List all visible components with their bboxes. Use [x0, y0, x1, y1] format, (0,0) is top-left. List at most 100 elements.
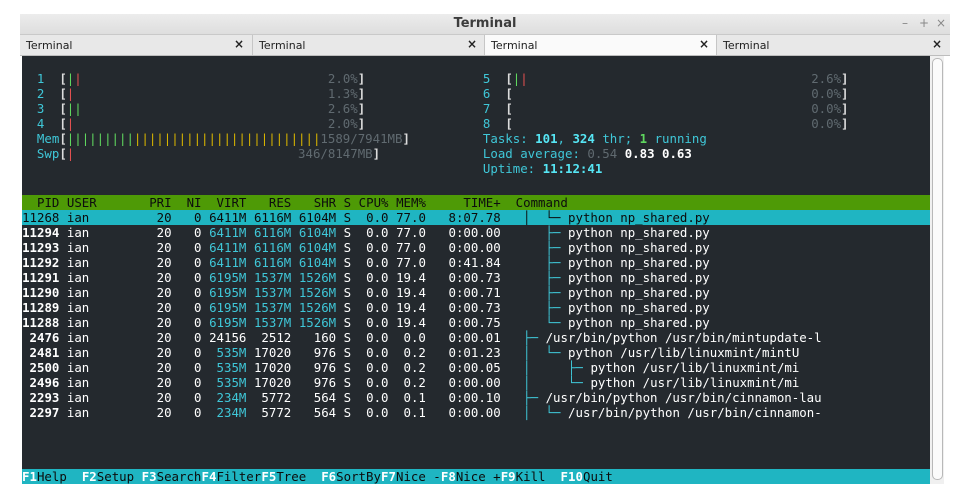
- tree-branch: │ └─: [523, 345, 561, 360]
- cell-pid: 11294: [22, 225, 60, 240]
- tree-branch: ├─: [523, 300, 561, 315]
- close-tab-icon[interactable]: ×: [699, 37, 709, 51]
- cell-res: 1537M: [253, 270, 292, 285]
- tab-terminal-2[interactable]: Terminal ×: [252, 35, 485, 55]
- cell-user: ian: [66, 240, 90, 255]
- tab-terminal-4[interactable]: Terminal ×: [716, 35, 950, 55]
- cell-mem: 0.2: [403, 345, 426, 360]
- cell-pri: 20: [156, 300, 172, 315]
- cell-mem: 77.0: [396, 240, 426, 255]
- cell-ni: 0: [194, 225, 202, 240]
- process-row[interactable]: 2297 ian 20 0 234M 5772 564 S 0.0 0.1 0:00.00 │ └─ /…: [22, 405, 930, 420]
- process-row[interactable]: 2496 ian 20 0 535M 17020 976 S 0.0 0.2 0:00.00 │ └─…: [22, 375, 930, 390]
- process-row[interactable]: 2476 ian 20 0 24156 2512 160 S 0.0 0.0 0:00.01 ├─ /u…: [22, 330, 930, 345]
- cell-time: 0:00.00: [448, 225, 501, 240]
- column-header-pid[interactable]: PID: [37, 195, 59, 210]
- function-key-f5[interactable]: F5: [261, 469, 276, 484]
- function-key-f9[interactable]: F9: [501, 469, 516, 484]
- column-header-s[interactable]: S: [344, 195, 351, 210]
- close-tab-icon[interactable]: ×: [932, 37, 942, 51]
- cell-res: 17020: [253, 360, 292, 375]
- cell-virt: 234M: [216, 405, 247, 420]
- cell-virt: 6411M: [209, 255, 247, 270]
- function-key-f7[interactable]: F7: [381, 469, 396, 484]
- tab-terminal-3[interactable]: Terminal ×: [484, 35, 717, 55]
- cell-s: S: [343, 330, 352, 345]
- column-header-command[interactable]: Command: [516, 195, 568, 210]
- column-header-res[interactable]: RES: [269, 195, 291, 210]
- cell-mem: 19.4: [396, 285, 426, 300]
- cpu-meter: 8 [ 0.0%]: [482, 116, 849, 131]
- column-header-time[interactable]: TIME+: [463, 195, 500, 210]
- process-row[interactable]: 11288 ian 20 0 6195M 1537M 1526M S 0.0 19.4 0:00.7…: [22, 315, 930, 330]
- function-key-label: Tree: [276, 469, 307, 484]
- cell-user: ian: [66, 225, 90, 240]
- close-tab-icon[interactable]: ×: [467, 37, 477, 51]
- cell-cpu: 0.0: [366, 315, 389, 330]
- process-row[interactable]: 11293 ian 20 0 6411M 6116M 6104M S 0.0 77.0 0:00.0…: [22, 240, 930, 255]
- function-key-f2[interactable]: F2: [82, 469, 97, 484]
- tree-branch: │ ├─: [523, 360, 583, 375]
- cell-user: ian: [66, 285, 90, 300]
- process-row[interactable]: 11292 ian 20 0 6411M 6116M 6104M S 0.0 77.0 0:41.8…: [22, 255, 930, 270]
- cell-virt: 6195M: [209, 270, 247, 285]
- tab-terminal-1[interactable]: Terminal ×: [20, 35, 252, 55]
- cpu-meter: 2 [| 1.3%]: [36, 86, 366, 101]
- process-row[interactable]: 11291 ian 20 0 6195M 1537M 1526M S 0.0 19.4 0:00.7…: [22, 270, 930, 285]
- process-row[interactable]: 2293 ian 20 0 234M 5772 564 S 0.0 0.1 0:00.10 ├─ /us…: [22, 390, 930, 405]
- cpu-meter: 6 [ 0.0%]: [482, 86, 849, 101]
- cell-user: ian: [66, 315, 90, 330]
- close-tab-icon[interactable]: ×: [234, 37, 244, 51]
- function-key-f10[interactable]: F10: [561, 469, 583, 484]
- cell-ni: 0: [194, 315, 202, 330]
- function-key-bar: F1 Help F2 Setup F3 Search F4 Filter F5 Tree F6 Sor…: [22, 469, 930, 484]
- cell-shr: 1526M: [298, 315, 337, 330]
- cell-time: 0:00.75: [448, 315, 501, 330]
- cell-pri: 20: [156, 240, 172, 255]
- function-key-f8[interactable]: F8: [441, 469, 456, 484]
- cell-time: 0:00.73: [448, 300, 501, 315]
- scrollbar-thumb[interactable]: [932, 58, 943, 480]
- htop-screen[interactable]: 1 [|| 2.0%] 2 [| 1.3%] 3 [|| 2.6%] 4 [| …: [22, 56, 930, 484]
- function-key-f1[interactable]: F1: [22, 469, 37, 484]
- function-key-label: Nice -: [396, 469, 441, 484]
- column-header-cpu[interactable]: CPU%: [359, 195, 389, 210]
- column-header-mem[interactable]: MEM%: [396, 195, 426, 210]
- process-row[interactable]: 2481 ian 20 0 535M 17020 976 S 0.0 0.2 0:01.23 │ └─…: [22, 345, 930, 360]
- cell-shr: 976: [313, 375, 337, 390]
- cell-time: 0:00.01: [448, 330, 501, 345]
- process-command: python np_shared.py: [568, 285, 710, 300]
- cell-user: ian: [66, 405, 90, 420]
- column-header-pri[interactable]: PRI: [149, 195, 171, 210]
- column-header-shr[interactable]: SHR: [314, 195, 336, 210]
- function-key-label: Search: [156, 469, 202, 484]
- process-row[interactable]: 2500 ian 20 0 535M 17020 976 S 0.0 0.2 0:00.05 │ ├─…: [22, 360, 930, 375]
- process-row[interactable]: 11268 ian 20 0 6411M 6116M 6104M S 0.0 77.0 8:07.7…: [22, 210, 930, 225]
- cell-pid: 11293: [22, 240, 60, 255]
- function-key-f6[interactable]: F6: [321, 469, 336, 484]
- cell-pri: 20: [156, 210, 172, 225]
- cell-cpu: 0.0: [366, 270, 389, 285]
- process-row[interactable]: 11290 ian 20 0 6195M 1537M 1526M S 0.0 19.4 0:00.7…: [22, 285, 930, 300]
- scrollbar[interactable]: [930, 56, 944, 484]
- tree-branch: ├─: [523, 240, 561, 255]
- function-key-f3[interactable]: F3: [142, 469, 157, 484]
- function-key-f4[interactable]: F4: [202, 469, 217, 484]
- tree-branch: │ └─: [523, 375, 583, 390]
- column-header-user[interactable]: USER: [67, 195, 97, 210]
- cell-s: S: [343, 225, 352, 240]
- title-bar[interactable]: Terminal – + ×: [20, 14, 950, 35]
- column-header-virt[interactable]: VIRT: [217, 195, 247, 210]
- cell-res: 1537M: [253, 285, 292, 300]
- close-window-icon[interactable]: ×: [936, 16, 946, 30]
- process-row[interactable]: 11289 ian 20 0 6195M 1537M 1526M S 0.0 19.4 0:00.7…: [22, 300, 930, 315]
- maximize-icon[interactable]: +: [919, 16, 929, 30]
- minimize-icon[interactable]: –: [902, 16, 908, 30]
- column-header-ni[interactable]: NI: [187, 195, 202, 210]
- process-row[interactable]: 11294 ian 20 0 6411M 6116M 6104M S 0.0 77.0 0:00.0…: [22, 225, 930, 240]
- function-key-label: Setup: [96, 469, 135, 484]
- cell-mem: 0.2: [403, 360, 426, 375]
- cell-shr: 564: [313, 405, 337, 420]
- cell-shr: 976: [313, 345, 337, 360]
- tree-branch: ├─: [523, 225, 561, 240]
